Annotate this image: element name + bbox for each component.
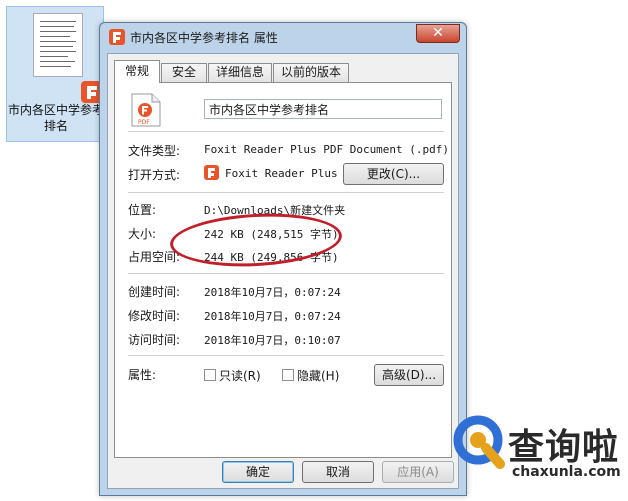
svg-text:PDF: PDF xyxy=(138,119,150,126)
cancel-button[interactable]: 取消 xyxy=(302,461,374,483)
tab-details[interactable]: 详细信息 xyxy=(208,63,272,82)
tab-security[interactable]: 安全 xyxy=(161,63,207,82)
window-title: 市内各区中学参考排名 属性 xyxy=(130,31,278,45)
pdf-file-icon: PDF xyxy=(131,93,161,127)
advanced-button[interactable]: 高级(D)... xyxy=(374,364,444,386)
tab-general[interactable]: 常规 xyxy=(114,60,160,83)
location-label: 位置: xyxy=(128,203,157,217)
tab-previous-versions[interactable]: 以前的版本 xyxy=(273,63,349,82)
size-label: 大小: xyxy=(128,227,157,241)
file-type-label: 文件类型: xyxy=(128,144,181,158)
accessed-label: 访问时间: xyxy=(128,333,181,347)
hidden-label[interactable]: 隐藏(H) xyxy=(297,367,339,384)
modified-value: 2018年10月7日，0:07:24 xyxy=(204,310,341,323)
readonly-checkbox[interactable] xyxy=(204,369,216,381)
ok-button[interactable]: 确定 xyxy=(222,461,294,483)
accessed-value: 2018年10月7日，0:10:07 xyxy=(204,334,341,347)
separator xyxy=(128,273,444,275)
created-value: 2018年10月7日，0:07:24 xyxy=(204,286,341,299)
watermark-url: chaxunla.com xyxy=(512,464,621,480)
pdf-thumbnail xyxy=(33,13,83,77)
general-panel: PDF 市内各区中学参考排名 文件类型: Foxit Reader Plus P… xyxy=(114,82,452,458)
file-name-input[interactable]: 市内各区中学参考排名 xyxy=(204,99,442,119)
separator xyxy=(128,192,444,194)
desktop-file-icon[interactable]: 市内各区中学参考排名 xyxy=(6,6,104,142)
open-with-label: 打开方式: xyxy=(128,168,181,182)
readonly-label[interactable]: 只读(R) xyxy=(219,367,261,384)
hidden-checkbox[interactable] xyxy=(282,369,294,381)
file-type-value: Foxit Reader Plus PDF Document (.pdf) xyxy=(204,143,450,156)
open-with-value: Foxit Reader Plus 9 xyxy=(225,167,337,180)
apply-button[interactable]: 应用(A) xyxy=(382,461,454,483)
title-bar[interactable]: 市内各区中学参考排名 属性 ✕ xyxy=(100,23,466,51)
foxit-pdf-icon xyxy=(109,29,125,45)
watermark-name: 查询啦 xyxy=(508,427,620,468)
created-label: 创建时间: xyxy=(128,285,181,299)
close-button[interactable]: ✕ xyxy=(416,24,460,43)
desktop-file-label: 市内各区中学参考排名 xyxy=(7,103,104,133)
separator xyxy=(128,131,444,133)
change-button[interactable]: 更改(C)... xyxy=(343,163,444,185)
watermark: 查询啦 chaxunla.com xyxy=(452,408,622,494)
search-logo-icon xyxy=(453,415,505,469)
modified-label: 修改时间: xyxy=(128,309,181,323)
foxit-app-icon xyxy=(204,165,219,180)
dialog-client: 常规 安全 详细信息 以前的版本 PDF 市内各区中学参考排名 文件类型: Fo… xyxy=(107,53,459,489)
attributes-label: 属性: xyxy=(128,368,157,382)
separator xyxy=(128,355,444,357)
